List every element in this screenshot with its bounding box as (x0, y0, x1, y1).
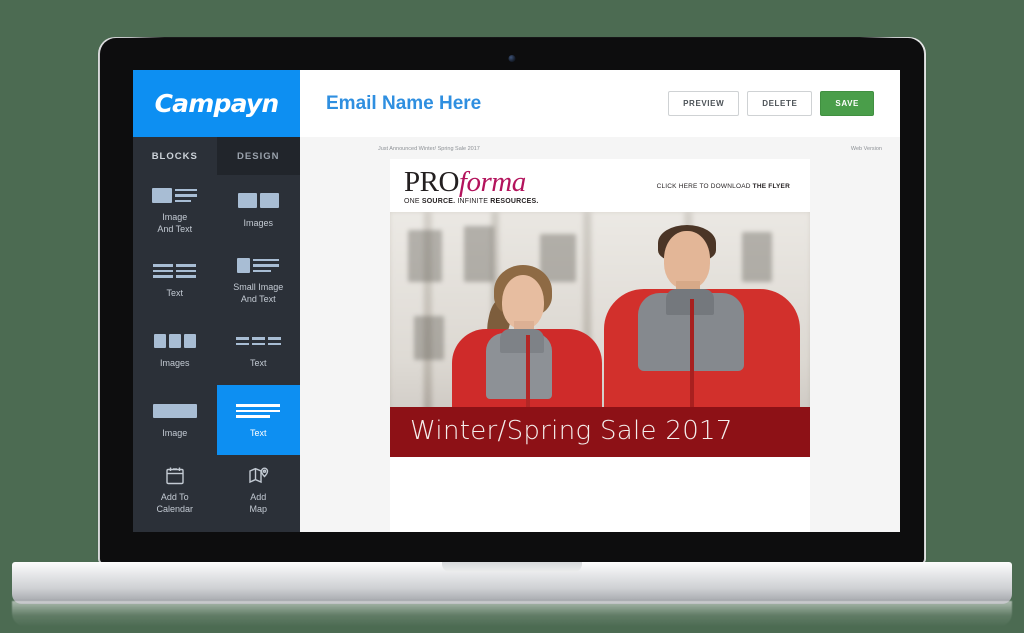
block-small-image-and-text[interactable]: Small Image And Text (217, 245, 301, 315)
tagline-source: SOURCE. (421, 198, 456, 205)
sidebar: Campayn BLOCKS DESIGN Image And Text Ima… (133, 70, 300, 532)
tagline-two: INFINITE (455, 198, 491, 205)
block-three-images[interactable]: Images (133, 315, 217, 385)
email-logo-row: PROforma ONE SOURCE. INFINITE RESOURCES.… (390, 159, 810, 212)
block-two-column-text[interactable]: Text (133, 245, 217, 315)
webcam-icon (508, 55, 516, 62)
download-flyer-link[interactable]: CLICK HERE TO DOWNLOAD THE FLYER (657, 183, 796, 190)
three-images-icon (153, 331, 196, 351)
topbar: Email Name Here PREVIEW DELETE SAVE (300, 70, 900, 137)
three-column-text-icon (235, 331, 281, 351)
small-image-and-text-icon (237, 255, 280, 275)
block-add-to-calendar[interactable]: Add To Calendar (133, 455, 217, 525)
hero-image: Winter/Spring Sale 2017 (390, 212, 810, 457)
logo-tagline: ONE SOURCE. INFINITE RESOURCES. (404, 198, 539, 205)
map-pin-icon (248, 465, 269, 485)
full-text-icon (236, 401, 281, 421)
block-label: Add To Calendar (156, 492, 194, 514)
block-label: Small Image And Text (233, 282, 284, 304)
brand-header: Campayn (133, 70, 300, 137)
calendar-icon (165, 465, 185, 485)
preheader: Just Announced Winter/ Spring Sale 2017 … (300, 146, 900, 159)
block-two-images[interactable]: Images (217, 175, 301, 245)
block-label: Text (166, 287, 183, 298)
flyer-cta-bold: THE FLYER (752, 183, 790, 190)
save-button[interactable]: SAVE (820, 91, 874, 116)
tab-blocks[interactable]: BLOCKS (133, 137, 217, 175)
full-image-icon (152, 401, 197, 421)
proforma-logo: PROforma ONE SOURCE. INFINITE RESOURCES. (404, 166, 539, 206)
block-label: Text (249, 427, 267, 438)
two-column-text-icon (153, 261, 197, 281)
sale-banner: Winter/Spring Sale 2017 (390, 407, 810, 457)
action-buttons: PREVIEW DELETE SAVE (668, 91, 874, 116)
image-and-text-icon (152, 185, 198, 205)
email-canvas[interactable]: Just Announced Winter/ Spring Sale 2017 … (300, 137, 900, 532)
main-panel: Email Name Here PREVIEW DELETE SAVE Just… (300, 70, 900, 532)
block-label: Images (159, 357, 190, 368)
laptop-base (12, 562, 1012, 604)
logo-forma-text: forma (458, 166, 526, 198)
base-notch (442, 562, 582, 572)
tagline-one: ONE (404, 198, 422, 205)
page-title: Email Name Here (326, 92, 482, 114)
two-images-icon (237, 191, 279, 211)
block-label: Images (243, 217, 273, 228)
campayn-logo: Campayn (154, 89, 280, 118)
sidebar-tabs: BLOCKS DESIGN (133, 137, 300, 175)
preheader-text: Just Announced Winter/ Spring Sale 2017 (378, 146, 480, 152)
laptop-screen: Campayn BLOCKS DESIGN Image And Text Ima… (133, 70, 900, 532)
web-version-link[interactable]: Web Version (851, 146, 882, 152)
tab-design[interactable]: DESIGN (216, 137, 300, 175)
logo-pro-text: PRO (404, 166, 459, 198)
block-full-text[interactable]: Text (216, 385, 300, 455)
block-label: Image And Text (157, 212, 193, 234)
tagline-resources: RESOURCES. (490, 198, 539, 205)
block-add-map[interactable]: Add Map (217, 455, 301, 525)
flyer-cta-text: CLICK HERE TO DOWNLOAD (656, 183, 753, 190)
block-label: Add Map (249, 492, 267, 514)
block-label: Image (162, 427, 188, 438)
sale-banner-text: Winter/Spring Sale 2017 (410, 416, 733, 446)
block-palette: Image And Text Images Text Small Image A… (133, 175, 300, 532)
block-three-column-text[interactable]: Text (217, 315, 301, 385)
block-image-and-text[interactable]: Image And Text (133, 175, 217, 245)
block-label: Text (249, 357, 267, 368)
email-body: PROforma ONE SOURCE. INFINITE RESOURCES.… (390, 159, 810, 532)
block-full-image[interactable]: Image (133, 385, 217, 455)
delete-button[interactable]: DELETE (747, 91, 813, 116)
base-reflection (12, 601, 1012, 627)
preview-button[interactable]: PREVIEW (668, 91, 740, 116)
